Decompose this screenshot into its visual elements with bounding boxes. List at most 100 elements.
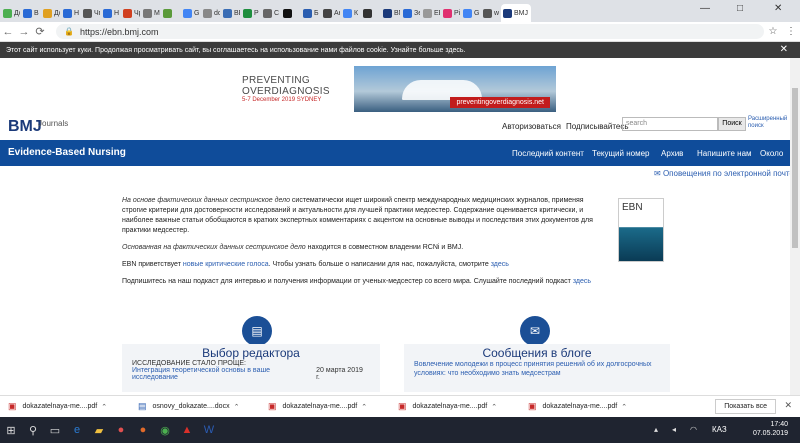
favicon-icon — [43, 8, 52, 18]
search-icon[interactable]: ⚲ — [22, 417, 44, 443]
favicon-icon — [203, 8, 212, 18]
favicon-icon — [223, 8, 232, 18]
advanced-search-link[interactable]: Расширенный поиск — [748, 116, 788, 130]
app-icon[interactable]: ● — [132, 417, 154, 443]
email-alerts-link[interactable]: ✉ Оповещения по электронной почте — [654, 169, 794, 178]
search-input[interactable]: search — [622, 117, 718, 131]
favicon-icon — [363, 8, 372, 18]
browser-tab[interactable]: ВЕ — [221, 4, 240, 22]
blog-link[interactable]: Вовлечение молодежи в процесс принятия р… — [414, 360, 660, 378]
app-icon[interactable]: ● — [110, 417, 132, 443]
card-title[interactable]: Выбор редактора — [122, 346, 380, 360]
download-item[interactable]: ▣ dokazatelnaya-me....pdf ⌃ — [260, 401, 390, 412]
ad-banner[interactable]: PREVENTING OVERDIAGNOSIS 5-7 December 20… — [236, 66, 556, 112]
journal-cover[interactable]: EBN — [618, 198, 664, 262]
browser-tab[interactable]: BMJ — [501, 4, 531, 22]
minimize-button[interactable]: — — [700, 3, 710, 14]
chevron-up-icon[interactable]: ⌃ — [361, 403, 367, 411]
bookmark-star-icon[interactable]: ☆ — [764, 26, 782, 37]
nav-contact[interactable]: Напишите нам — [697, 149, 752, 158]
favicon-icon — [103, 8, 112, 18]
browser-tab[interactable]: К — [341, 4, 360, 22]
wifi-icon[interactable]: ◠ — [690, 425, 697, 434]
browser-tab[interactable]: Дс — [41, 4, 60, 22]
browser-tab[interactable]: G — [461, 4, 480, 22]
browser-tab[interactable]: G — [181, 4, 200, 22]
browser-tab[interactable]: ЕЕ — [421, 4, 440, 22]
favicon-icon — [63, 8, 72, 18]
page-scrollbar[interactable] — [790, 58, 800, 395]
browser-tab[interactable]: BMJ — [381, 4, 400, 22]
word-icon[interactable]: W — [198, 417, 220, 443]
url-input[interactable]: 🔒 https://ebn.bmj.com — [56, 24, 764, 39]
desc-p4: Подпишитесь на наш подкаст для интервью … — [122, 278, 592, 285]
download-item[interactable]: ▣ dokazatelnaya-me....pdf ⌃ — [0, 401, 130, 412]
browser-tab[interactable]: Р — [241, 4, 260, 22]
bmj-logo[interactable]: BMJ Journals — [8, 118, 68, 136]
browser-tab[interactable]: Чп — [81, 4, 100, 22]
nav-about[interactable]: Около — [760, 149, 783, 158]
browser-tab[interactable]: w — [481, 4, 500, 22]
card-link[interactable]: Интеграция теоретической основы в ваше и… — [132, 367, 368, 381]
browser-tab[interactable]: Н — [101, 4, 120, 22]
browser-tab[interactable]: Б — [301, 4, 320, 22]
close-icon[interactable]: ✕ — [780, 44, 788, 55]
browser-tab[interactable] — [361, 4, 380, 22]
forward-icon[interactable]: → — [16, 26, 32, 38]
download-item[interactable]: ▤ osnovy_dokazate....docx ⌃ — [130, 401, 260, 412]
tab-strip: Дс В Дс Н Чп Н Чр М Gdc ВЕ Р С Б Ан К BMJ Зе ЕЕ Pi Gw BMJ — [0, 0, 800, 22]
browser-tab[interactable]: Чр — [121, 4, 140, 22]
chevron-up-icon[interactable]: ⌃ — [491, 403, 497, 411]
chrome-icon[interactable]: ◉ — [154, 417, 176, 443]
nav-latest[interactable]: Последний контент — [512, 149, 584, 158]
browser-tab[interactable]: Ан — [321, 4, 340, 22]
browser-tab[interactable] — [281, 4, 300, 22]
volume-icon[interactable]: ◂ — [672, 425, 676, 434]
card-title[interactable]: Сообщения в блоге — [404, 346, 670, 360]
close-icon[interactable]: ✕ — [784, 400, 792, 411]
browser-tab[interactable]: Зе — [401, 4, 420, 22]
here-link[interactable]: здесь — [491, 261, 509, 268]
journal-title[interactable]: Evidence-Based Nursing — [8, 147, 126, 158]
clock[interactable]: 17:40 07.05.2019 — [753, 420, 788, 438]
pdf-icon[interactable]: ▲ — [176, 417, 198, 443]
chevron-up-icon[interactable]: ⌃ — [101, 403, 107, 411]
maximize-button[interactable]: □ — [737, 3, 743, 14]
browser-tab[interactable]: Дс — [1, 4, 20, 22]
podcast-link[interactable]: здесь — [573, 278, 591, 285]
edge-icon[interactable]: e — [66, 417, 88, 443]
task-view-icon[interactable]: ▭ — [44, 417, 66, 443]
browser-tab[interactable] — [161, 4, 180, 22]
menu-icon[interactable]: ⋮ — [782, 26, 800, 37]
download-item[interactable]: ▣ dokazatelnaya-me....pdf ⌃ — [520, 401, 650, 412]
browser-tab[interactable]: В — [21, 4, 40, 22]
show-all-button[interactable]: Показать все — [715, 399, 776, 414]
browser-tab[interactable]: С — [261, 4, 280, 22]
login-link[interactable]: Авторизоваться — [502, 122, 561, 131]
folder-icon[interactable]: ▰ — [88, 417, 110, 443]
reload-icon[interactable]: ⟳ — [32, 25, 48, 38]
browser-tab[interactable]: dc — [201, 4, 220, 22]
browser-tab[interactable]: М — [141, 4, 160, 22]
search-button[interactable]: Поиск — [718, 117, 746, 131]
back-icon[interactable]: ← — [0, 26, 16, 38]
pdf-file-icon: ▣ — [398, 401, 407, 411]
editor-choice-icon: ▤ — [242, 316, 272, 346]
chevron-up-icon[interactable]: ⌃ — [234, 403, 240, 411]
download-item[interactable]: ▣ dokazatelnaya-me....pdf ⌃ — [390, 401, 520, 412]
network-icon[interactable]: ▴ — [654, 425, 658, 434]
subscribe-link[interactable]: Подписывайтесь — [566, 122, 629, 131]
browser-tab[interactable]: Pi — [441, 4, 460, 22]
nav-current-issue[interactable]: Текущий номер — [592, 149, 649, 158]
nav-archive[interactable]: Архив — [661, 149, 683, 158]
scrollbar-thumb[interactable] — [792, 88, 798, 248]
start-icon[interactable]: ⊞ — [0, 417, 22, 443]
language-indicator[interactable]: КАЗ — [712, 425, 727, 434]
tab-label: Н — [74, 9, 80, 17]
favicon-icon — [263, 8, 272, 18]
browser-tab[interactable]: Н — [61, 4, 80, 22]
chevron-up-icon[interactable]: ⌃ — [621, 403, 627, 411]
banner-url[interactable]: preventingoverdiagnosis.net — [450, 97, 550, 108]
new-voices-link[interactable]: новые критические голоса — [183, 261, 269, 268]
close-window-button[interactable]: ✕ — [774, 3, 782, 14]
